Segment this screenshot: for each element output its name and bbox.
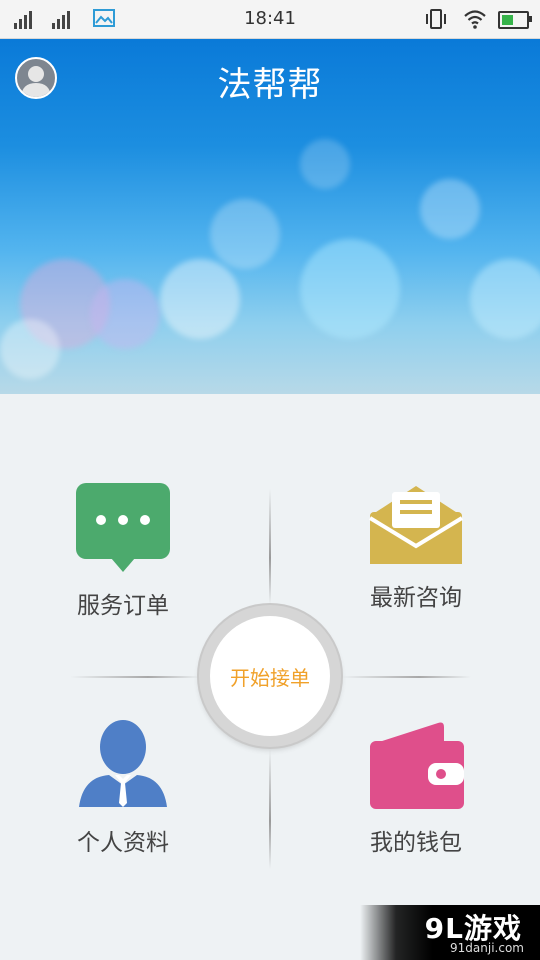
personal-info-label: 个人资料 (77, 830, 169, 856)
mail-envelope-icon (368, 486, 464, 564)
start-accepting-orders-button[interactable]: 开始接单 (199, 605, 341, 747)
service-orders-label: 服务订单 (77, 593, 169, 619)
latest-consult-tile[interactable]: 最新咨询 (336, 484, 496, 612)
hero-banner: 法帮帮 (0, 39, 540, 394)
service-orders-tile[interactable]: 服务订单 (43, 482, 203, 620)
start-accepting-orders-label: 开始接单 (210, 616, 330, 736)
user-profile-icon (79, 720, 167, 807)
divider-vertical-bottom (269, 749, 271, 869)
personal-info-tile[interactable]: 个人资料 (43, 719, 203, 857)
wifi-icon (464, 10, 486, 29)
battery-icon (498, 11, 532, 29)
wallet-icon (370, 722, 464, 809)
status-time: 18:41 (244, 8, 296, 29)
divider-horizontal-right (341, 676, 471, 678)
watermark: 9L游戏 91danji.com (360, 905, 540, 960)
chat-bubble-icon (76, 483, 170, 572)
status-bar: 18:41 (0, 0, 540, 39)
dashboard: 服务订单 最新咨询 个人资料 我的钱包 开始接单 (0, 394, 540, 960)
divider-vertical-top (269, 489, 271, 604)
latest-consult-label: 最新咨询 (370, 585, 462, 611)
my-wallet-tile[interactable]: 我的钱包 (336, 719, 496, 857)
divider-horizontal-left (70, 676, 200, 678)
vibrate-icon (426, 9, 446, 29)
watermark-url: 91danji.com (450, 941, 524, 955)
app-title: 法帮帮 (217, 65, 323, 105)
my-wallet-label: 我的钱包 (370, 830, 462, 856)
